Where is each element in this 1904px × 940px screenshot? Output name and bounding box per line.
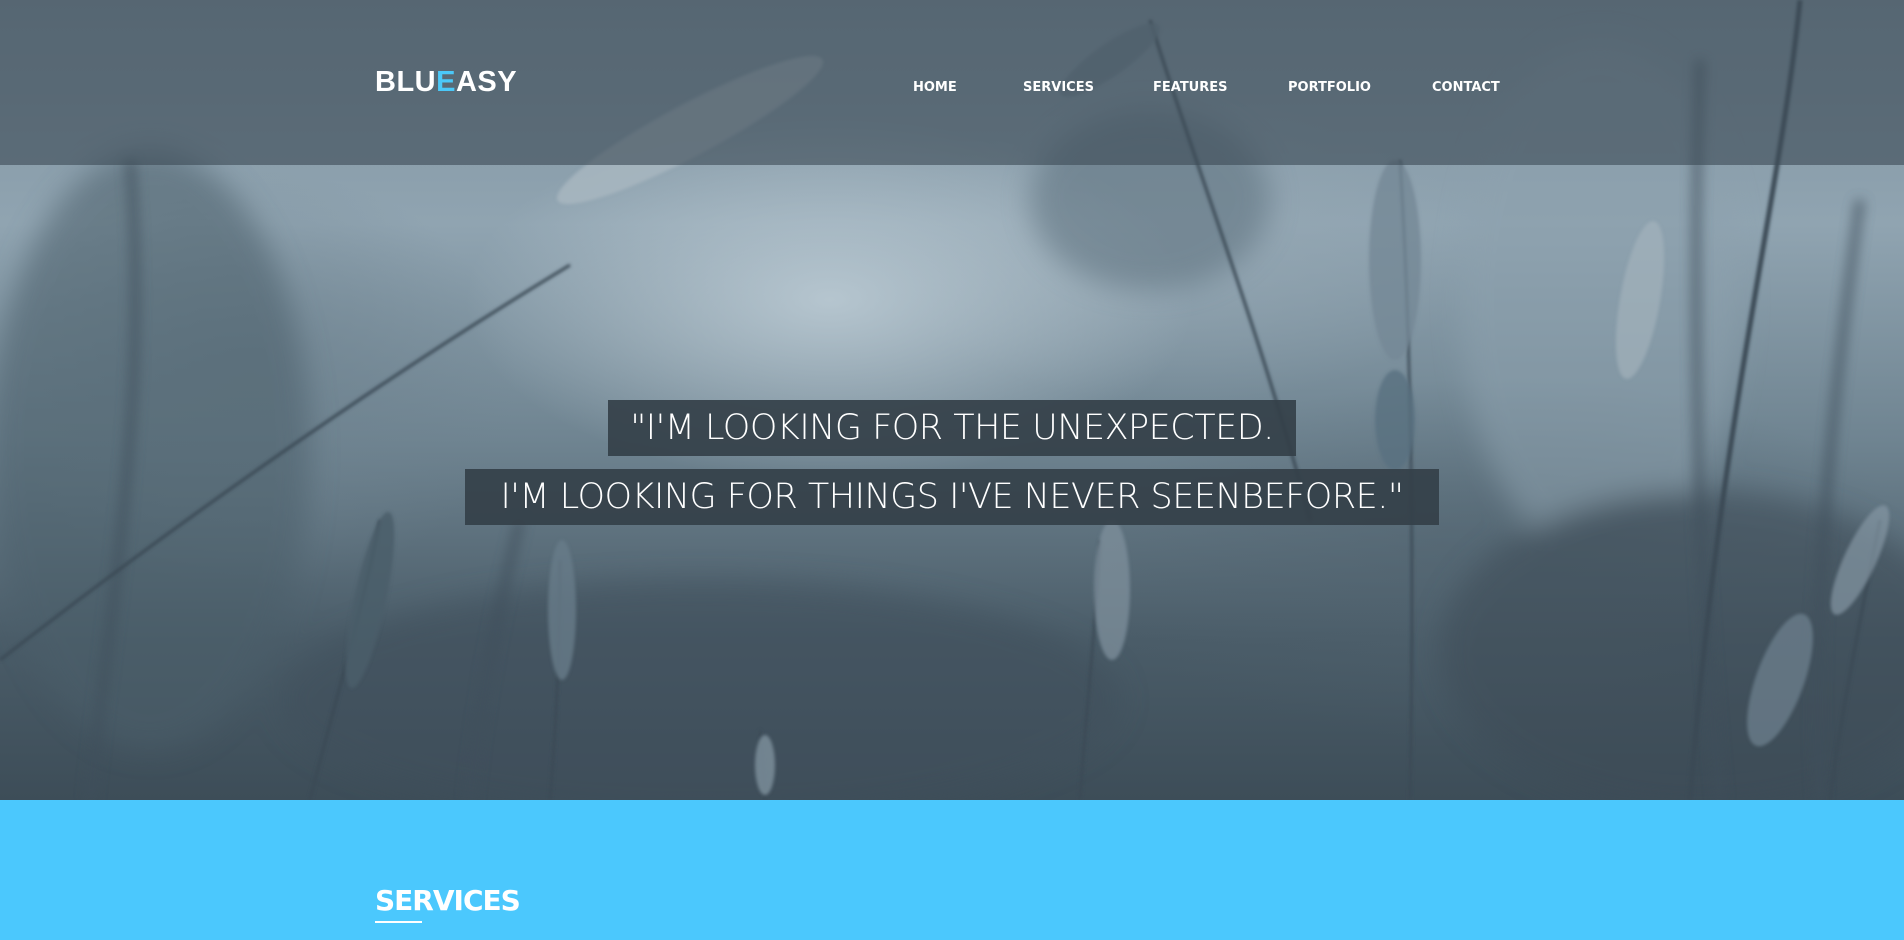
hero-quote-line-2: I'M LOOKING FOR THINGS I'VE NEVER SEENBE… xyxy=(465,469,1439,525)
top-navbar: BLUEASY HOME SERVICES FEATURES PORTFOLIO… xyxy=(0,0,1904,165)
logo-text-part2: ASY xyxy=(455,66,518,98)
services-section: SERVICES xyxy=(0,800,1904,940)
services-heading: SERVICES xyxy=(375,884,521,917)
nav-item-portfolio[interactable]: PORTFOLIO xyxy=(1288,80,1371,95)
logo-text-part1: BLU xyxy=(375,66,437,98)
nav-item-features[interactable]: FEATURES xyxy=(1153,80,1228,95)
brand-logo[interactable]: BLUEASY xyxy=(375,66,517,99)
nav-item-services[interactable]: SERVICES xyxy=(1023,80,1094,95)
nav-item-contact[interactable]: CONTACT xyxy=(1432,80,1500,95)
nav-item-home[interactable]: HOME xyxy=(913,80,957,95)
services-heading-underline xyxy=(375,921,422,923)
logo-text-accent: E xyxy=(436,66,456,98)
hero-quote-line-1: "I'M LOOKING FOR THE UNEXPECTED. xyxy=(608,400,1296,456)
